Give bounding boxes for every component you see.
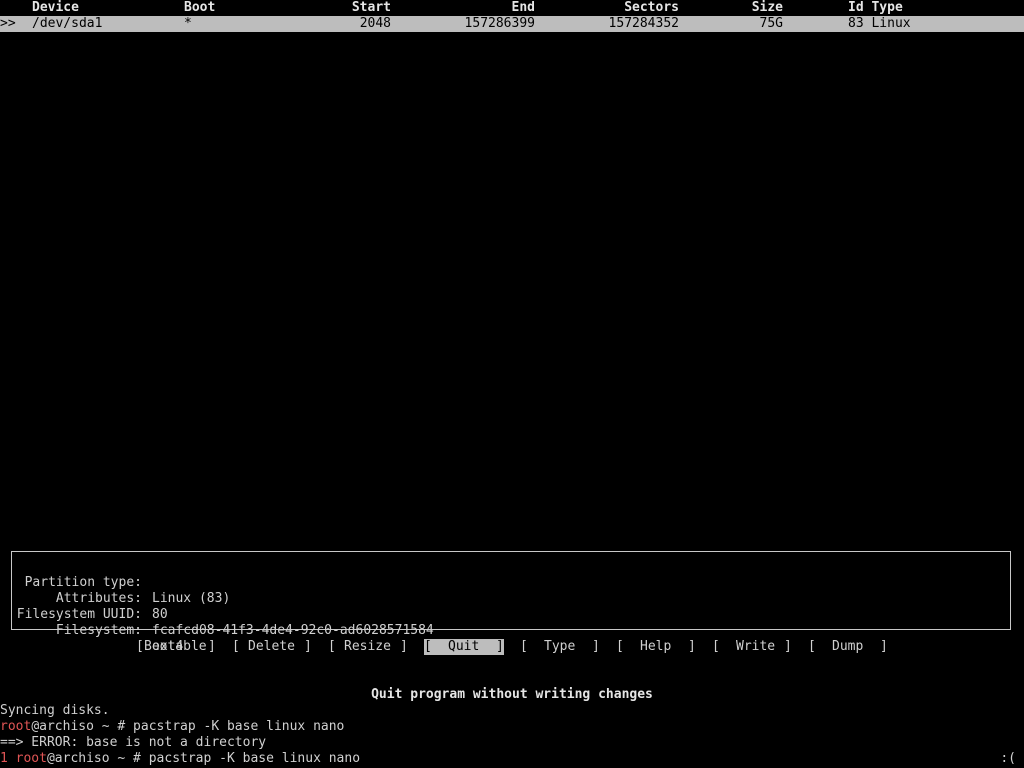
info-partition-type: Partition type: Linux (83) [12,559,231,606]
partition-size: 75G [759,16,783,31]
menu-dump-button[interactable]: [ Dump ] [808,639,888,655]
terminal-line-syncing: Syncing disks. [0,703,110,718]
menu-delete-button[interactable]: [ Delete ] [232,639,312,655]
info-attributes: Attributes: 80 [12,575,168,622]
prompt-command: @archiso ~ # pacstrap -K base linux nano [31,719,345,734]
menu-help-text: Quit program without writing changes [371,687,653,702]
prompt-user: root [0,719,32,734]
terminal-line-prompt-2[interactable]: 1 root@archiso ~ # pacstrap -K base linu… [0,751,1024,767]
column-header-sectors: Sectors [624,0,679,15]
exit-status-indicator: :( [1000,751,1016,766]
menu-quit-button[interactable]: [ Quit ] [424,639,504,655]
column-header-size: Size [751,0,783,15]
partition-start: 2048 [359,16,391,31]
info-filesystem-uuid-value: fcafcd08-41f3-4de4-92c0-ad6028571584 [152,623,434,638]
menu-type-button[interactable]: [ Type ] [520,639,600,655]
partition-id-type: 83 Linux [848,16,911,31]
column-header-boot: Boot [184,0,216,15]
terminal-line-error: ==> ERROR: base is not a directory [0,735,267,750]
prompt-exit-user: 1 root [0,751,47,766]
partition-device: /dev/sda1 [32,16,103,31]
partition-info-box: Partition type: Linux (83) Attributes: 8… [11,551,1011,654]
column-header-device: Device [32,0,79,15]
menu-help-button[interactable]: [ Help ] [616,639,696,655]
prompt-command-2: @archiso ~ # pacstrap -K base linux nano [46,751,361,766]
info-filesystem-uuid: Filesystem UUID: fcafcd08-41f3-4de4-92c0… [12,591,434,638]
partition-boot-flag: * [184,16,192,31]
info-attributes-value: 80 [152,607,168,622]
info-partition-type-value: Linux (83) [152,591,231,606]
info-filesystem-label: Filesystem: [55,623,142,638]
partition-sectors: 157284352 [608,16,679,31]
column-header-id-type: Id Type [848,0,903,15]
terminal-line-prompt-1: root@archiso ~ # pacstrap -K base linux … [0,719,1024,735]
selection-marker: >> [0,16,16,31]
action-menu: [ Bootable ] [ Delete ] [ Resize ] [ Qui… [0,639,1024,655]
partition-table-header: Device Boot Start End Sectors Size Id Ty… [0,0,1024,16]
info-filesystem: Filesystem: ext4 [12,607,183,654]
menu-bootable-button[interactable]: [ Bootable ] [136,639,216,655]
partition-row-sda1[interactable]: >> /dev/sda1 * 2048 157286399 157284352 … [0,16,1024,32]
partition-end: 157286399 [464,16,535,31]
column-header-end: End [511,0,535,15]
column-header-start: Start [351,0,391,15]
menu-resize-button[interactable]: [ Resize ] [328,639,408,655]
menu-write-button[interactable]: [ Write ] [712,639,792,655]
